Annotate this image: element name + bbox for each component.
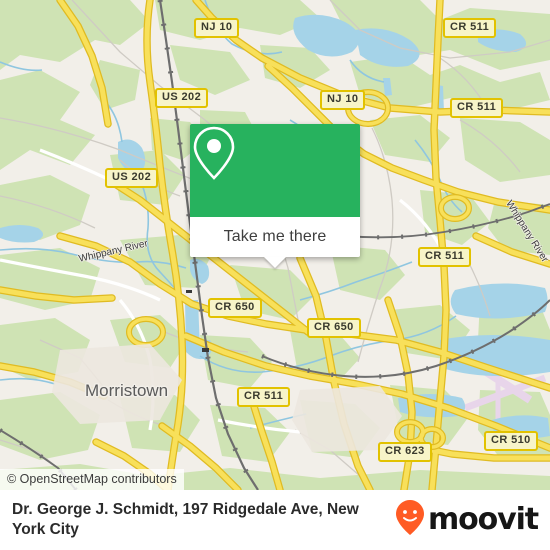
moovit-wordmark: moovit	[427, 502, 539, 537]
road-shield[interactable]: CR 511	[237, 387, 291, 407]
destination-popup[interactable]: Take me there	[190, 124, 360, 268]
location-title: Dr. George J. Schmidt, 197 Ridgedale Ave…	[12, 501, 359, 538]
road-shield[interactable]: US 202	[105, 168, 159, 188]
popup-action-panel[interactable]: Take me there	[190, 217, 360, 268]
map-screenshot: NJ 10 CR 511 US 202 NJ 10 CR 511 US 202 …	[0, 0, 550, 550]
take-me-there-label: Take me there	[223, 228, 327, 245]
footer-bar: Dr. George J. Schmidt, 197 Ridgedale Ave…	[0, 490, 550, 550]
place-label-morristown: Morristown	[85, 381, 169, 400]
road-shield[interactable]: US 202	[155, 88, 209, 108]
road-shield[interactable]: NJ 10	[194, 18, 240, 38]
road-shield[interactable]: NJ 10	[320, 90, 366, 110]
osm-attribution[interactable]: © OpenStreetMap contributors	[0, 469, 184, 490]
moovit-smiley-pin-icon	[395, 499, 425, 542]
popup-tail-pointer	[264, 257, 286, 268]
road-shield[interactable]: CR 511	[450, 98, 504, 118]
moovit-logo[interactable]: moovit	[395, 499, 539, 542]
road-shield[interactable]: CR 511	[418, 247, 472, 267]
map-canvas[interactable]: NJ 10 CR 511 US 202 NJ 10 CR 511 US 202 …	[0, 0, 550, 490]
popup-pin-panel	[190, 124, 360, 217]
road-shield[interactable]: CR 511	[443, 18, 497, 38]
road-shield[interactable]: CR 623	[378, 442, 432, 462]
road-shield[interactable]: CR 510	[484, 431, 538, 451]
road-shield[interactable]: CR 650	[208, 298, 262, 318]
road-shield[interactable]: CR 650	[307, 318, 361, 338]
